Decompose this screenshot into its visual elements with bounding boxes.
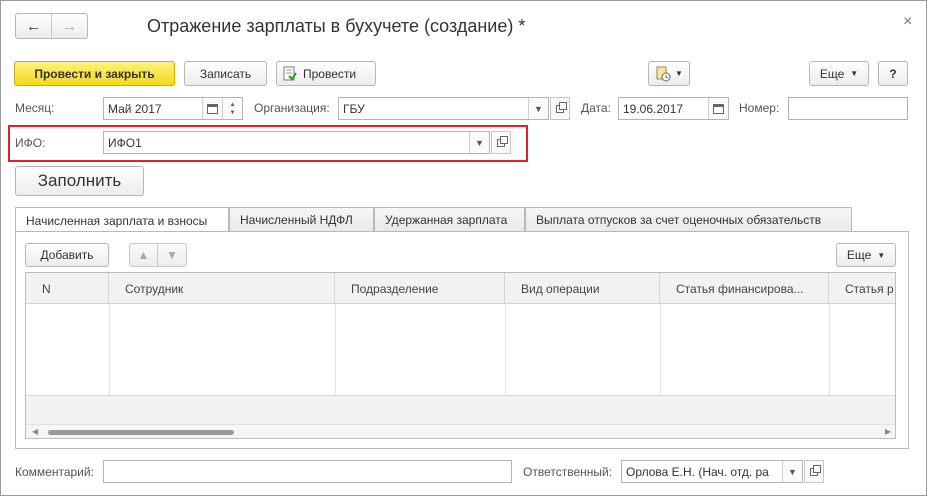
employees-table[interactable]: N Сотрудник Подразделение Вид операции С… [25,272,896,439]
number-field[interactable] [788,97,908,120]
post-document-icon [283,66,297,82]
add-row-button[interactable]: Добавить [25,243,109,267]
scroll-right-icon[interactable]: ▶ [885,427,891,436]
more-button-label: Еще [819,66,845,81]
move-down-arrow-icon[interactable]: ▼ [158,243,187,267]
post-and-close-button[interactable]: Провести и закрыть [14,61,175,86]
comment-field[interactable] [103,460,512,483]
report-clock-icon [655,66,671,82]
table-footer [26,395,895,424]
open-window-icon [497,135,508,147]
open-ifo-button[interactable] [491,131,511,154]
more-button[interactable]: Еще ▼ [809,61,869,86]
post-button-label: Провести [303,66,357,81]
dropdown-arrow-icon: ▼ [675,69,683,78]
date-label: Дата: [581,101,611,115]
window-title: Отражение зарплаты в бухучете (создание)… [147,16,526,36]
responsible-value: Орлова Е.Н. (Нач. отд. ра [626,464,769,479]
help-button[interactable]: ? [878,61,908,86]
comment-label: Комментарий: [15,465,94,479]
forward-arrow-icon[interactable]: → [51,14,87,38]
open-responsible-button[interactable] [804,460,824,483]
month-value: Май 2017 [108,101,162,116]
table-more-button[interactable]: Еще ▼ [836,243,896,267]
table-header: N Сотрудник Подразделение Вид операции С… [26,273,895,304]
move-up-arrow-icon[interactable]: ▲ [129,243,158,267]
horizontal-scrollbar[interactable]: ◀ ▶ [26,424,895,438]
ifo-value: ИФО1 [108,135,142,150]
calendar-icon[interactable] [708,98,728,119]
dropdown-arrow-icon[interactable]: ▼ [469,132,489,153]
month-field[interactable]: Май 2017 ▲ ▼ [103,97,243,120]
close-icon[interactable]: × [903,13,912,31]
organization-value: ГБУ [343,101,365,116]
scrollbar-thumb[interactable] [48,430,234,435]
tab-withheld-salary[interactable]: Удержанная зарплата [374,207,525,232]
back-arrow-icon[interactable]: ← [16,14,51,38]
date-value: 19.06.2017 [623,101,684,116]
date-field[interactable]: 19.06.2017 [618,97,729,120]
dropdown-arrow-icon: ▼ [850,69,859,78]
column-header-financing[interactable]: Статья финансирова... [660,273,829,304]
fill-button[interactable]: Заполнить [15,166,144,196]
column-header-operation[interactable]: Вид операции [505,273,660,304]
tab-accrued-ndfl[interactable]: Начисленный НДФЛ [229,207,374,232]
month-stepper[interactable]: ▲ ▼ [222,98,242,119]
open-organization-button[interactable] [550,97,570,120]
responsible-label: Ответственный: [523,465,613,479]
organization-label: Организация: [254,101,330,115]
document-window: ← → Отражение зарплаты в бухучете (созда… [0,0,927,496]
navigation-buttons: ← → [15,13,88,39]
open-window-icon [556,101,567,113]
ifo-field[interactable]: ИФО1 ▼ [103,131,490,154]
tab-vacation-payment[interactable]: Выплата отпусков за счет оценочных обяза… [525,207,852,232]
column-header-expense[interactable]: Статья р [829,273,895,304]
dropdown-arrow-icon[interactable]: ▼ [528,98,548,119]
tab-strip: Начисленная зарплата и взносы Начисленны… [15,207,852,233]
column-header-employee[interactable]: Сотрудник [109,273,335,304]
month-label: Месяц: [15,101,55,115]
scroll-left-icon[interactable]: ◀ [32,427,38,436]
calendar-icon[interactable] [202,98,222,119]
number-label: Номер: [739,101,780,115]
dropdown-arrow-icon: ▼ [877,250,886,260]
report-menu-button[interactable]: ▼ [648,61,690,86]
organization-field[interactable]: ГБУ ▼ [338,97,549,120]
column-header-n[interactable]: N [26,273,109,304]
dropdown-arrow-icon[interactable]: ▼ [782,461,802,482]
column-header-department[interactable]: Подразделение [335,273,505,304]
table-more-label: Еще [846,248,872,262]
post-button[interactable]: Провести [276,61,376,86]
save-button[interactable]: Записать [184,61,267,86]
open-window-icon [810,464,821,476]
tab-accrued-salary[interactable]: Начисленная зарплата и взносы [15,207,229,233]
responsible-field[interactable]: Орлова Е.Н. (Нач. отд. ра ▼ [621,460,803,483]
ifo-label: ИФО: [15,136,46,150]
